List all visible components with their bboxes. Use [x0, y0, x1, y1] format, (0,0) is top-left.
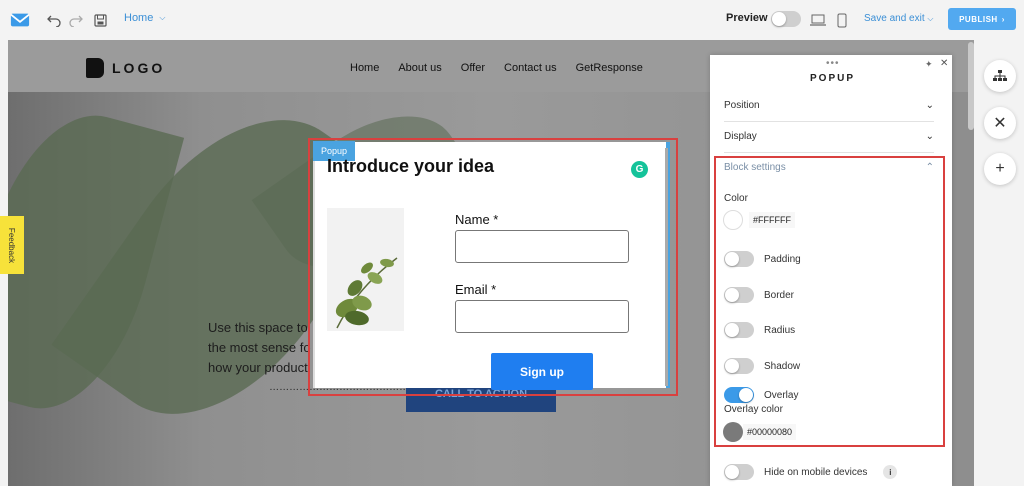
- nav-item-getresponse[interactable]: GetResponse: [576, 62, 643, 74]
- grammarly-icon[interactable]: G: [631, 161, 648, 178]
- overlay-color-hex-value[interactable]: #00000080: [743, 424, 797, 440]
- structure-icon[interactable]: [984, 60, 1016, 92]
- canvas-scrollbar[interactable]: [968, 42, 974, 130]
- top-toolbar: Home ⌵ Preview Save and exit ⌵ PUBLISH ›: [0, 0, 1024, 40]
- nav-item-offer[interactable]: Offer: [461, 62, 485, 74]
- name-field-label: Name *: [455, 212, 499, 227]
- email-field-label: Email *: [455, 282, 497, 297]
- name-input[interactable]: [455, 230, 629, 263]
- radius-toggle[interactable]: [724, 322, 754, 338]
- close-icon[interactable]: ✕: [940, 58, 948, 69]
- add-icon[interactable]: +: [984, 153, 1016, 185]
- popup-scrollbar[interactable]: [665, 148, 668, 386]
- border-toggle[interactable]: [724, 287, 754, 303]
- section-position-label: Position: [724, 100, 760, 111]
- chevron-right-icon: ›: [1001, 14, 1005, 24]
- mobile-view-icon[interactable]: [832, 10, 852, 30]
- redo-icon[interactable]: [66, 10, 86, 30]
- desktop-view-icon[interactable]: [808, 10, 828, 30]
- page-selector-label: Home: [124, 12, 154, 24]
- overlay-toggle[interactable]: [724, 387, 754, 403]
- nav-item-about[interactable]: About us: [398, 62, 441, 74]
- radius-option: Radius: [724, 322, 795, 338]
- popup-title[interactable]: Introduce your idea: [327, 156, 494, 177]
- logo-mark-icon: [86, 58, 104, 78]
- hide-mobile-toggle[interactable]: [724, 464, 754, 480]
- overlay-option: Overlay: [724, 387, 798, 403]
- color-swatch[interactable]: [723, 210, 743, 230]
- hide-mobile-label: Hide on mobile devices: [764, 466, 868, 478]
- section-display-label: Display: [724, 131, 757, 142]
- border-label: Border: [764, 289, 795, 301]
- panel-title: POPUP: [810, 73, 856, 84]
- section-position[interactable]: Position ⌄: [724, 100, 934, 111]
- divider: [724, 152, 934, 153]
- padding-toggle[interactable]: [724, 251, 754, 267]
- overlay-color-label: Overlay color: [724, 404, 783, 415]
- divider: [724, 121, 934, 122]
- hide-mobile-option: Hide on mobile devices i: [724, 464, 898, 480]
- chevron-down-icon: ⌵: [159, 13, 166, 22]
- save-and-exit-button[interactable]: Save and exit ⌵: [864, 13, 933, 24]
- logo-text: LOGO: [112, 60, 166, 76]
- section-block-settings[interactable]: Block settings ⌃: [724, 162, 934, 173]
- publish-label: PUBLISH: [959, 14, 998, 24]
- email-input[interactable]: [455, 300, 629, 333]
- info-icon[interactable]: i: [883, 465, 898, 479]
- radius-label: Radius: [764, 324, 796, 336]
- close-editor-icon[interactable]: ✕: [984, 107, 1016, 139]
- border-option: Border: [724, 287, 794, 303]
- drag-handle-icon[interactable]: •••: [826, 58, 840, 69]
- feedback-tab[interactable]: Feedback: [0, 216, 24, 274]
- sign-up-button[interactable]: Sign up: [491, 353, 593, 390]
- envelope-logo-icon[interactable]: [10, 10, 30, 30]
- feedback-label: Feedback: [7, 227, 17, 263]
- padding-label: Padding: [764, 253, 801, 265]
- chevron-down-icon: ⌵: [927, 14, 934, 23]
- overlay-color-swatch[interactable]: [723, 422, 743, 442]
- page-selector[interactable]: Home ⌵: [124, 12, 165, 24]
- save-and-exit-label: Save and exit: [864, 13, 925, 24]
- sign-up-label: Sign up: [520, 364, 564, 379]
- shadow-toggle[interactable]: [724, 358, 754, 374]
- site-nav: Home About us Offer Contact us GetRespon…: [350, 62, 643, 74]
- section-block-settings-label: Block settings: [724, 162, 786, 173]
- publish-button[interactable]: PUBLISH ›: [948, 8, 1016, 30]
- undo-icon[interactable]: [44, 10, 64, 30]
- nav-item-home[interactable]: Home: [350, 62, 379, 74]
- preview-toggle[interactable]: [771, 11, 801, 27]
- chevron-down-icon: ⌄: [925, 100, 934, 111]
- site-logo[interactable]: LOGO: [86, 58, 165, 78]
- color-label: Color: [724, 193, 748, 204]
- overlay-label: Overlay: [764, 389, 799, 401]
- nav-item-contact[interactable]: Contact us: [504, 62, 557, 74]
- preview-label: Preview: [726, 12, 768, 24]
- chevron-down-icon: ⌄: [925, 131, 934, 142]
- section-display[interactable]: Display ⌄: [724, 131, 934, 142]
- popup-plant-image[interactable]: [327, 208, 404, 331]
- shadow-option: Shadow: [724, 358, 800, 374]
- shadow-label: Shadow: [764, 360, 801, 372]
- pin-icon[interactable]: ✦: [925, 59, 933, 70]
- padding-option: Padding: [724, 251, 801, 267]
- color-hex-value[interactable]: #FFFFFF: [749, 212, 795, 228]
- chevron-up-icon: ⌃: [925, 162, 934, 173]
- save-icon[interactable]: [90, 10, 110, 30]
